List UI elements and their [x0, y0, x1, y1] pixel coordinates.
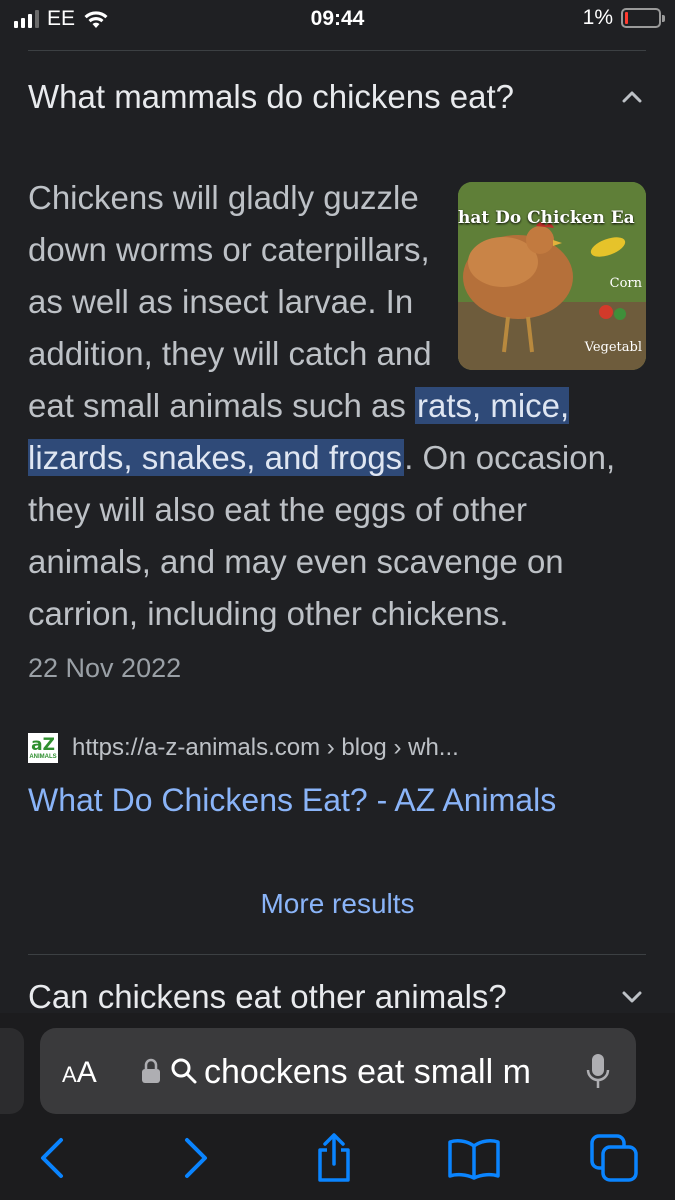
microphone-icon[interactable] — [586, 1052, 610, 1090]
status-bar: EE 09:44 1% — [0, 0, 675, 40]
faq-question-2[interactable]: Can chickens eat other animals? — [28, 978, 507, 1016]
forward-button[interactable] — [166, 1128, 226, 1188]
faq-question-row-2[interactable]: Can chickens eat other animals? — [28, 978, 646, 1016]
answer-date: 22 Nov 2022 — [28, 653, 182, 683]
battery-percent: 1% — [582, 6, 613, 29]
az-animals-favicon-icon: aZ ANIMALS — [28, 733, 58, 763]
bookmarks-button[interactable] — [444, 1128, 504, 1188]
aa-small: A — [62, 1062, 77, 1087]
result-url[interactable]: https://a-z-animals.com › blog › wh... — [72, 734, 459, 762]
reader-settings-button[interactable]: AA — [62, 1056, 97, 1090]
search-results-page: EE 09:44 1% What mammals do chickens eat… — [0, 0, 675, 1200]
safari-toolbar — [0, 1128, 675, 1188]
back-icon — [41, 1138, 63, 1178]
back-button[interactable] — [22, 1128, 82, 1188]
tabs-button[interactable] — [584, 1128, 644, 1188]
status-right: 1% — [582, 6, 665, 30]
clock: 09:44 — [310, 7, 365, 30]
address-text[interactable]: chockens eat small m — [204, 1053, 560, 1093]
forward-icon — [185, 1138, 207, 1178]
section-divider — [28, 954, 646, 955]
lock-icon — [142, 1058, 160, 1083]
answer-thumbnail[interactable]: hat Do Chicken Ea Corn Vegetabl — [458, 182, 646, 370]
answer-text: Chickens will gladly guzzle down worms o… — [28, 179, 432, 424]
result-title-link[interactable]: What Do Chickens Eat? - AZ Animals — [28, 782, 556, 819]
faq-answer: hat Do Chicken Ea Corn Vegetabl Chickens… — [28, 172, 646, 694]
faq-question-row[interactable]: What mammals do chickens eat? — [28, 78, 646, 116]
more-results-button[interactable]: More results — [0, 888, 675, 920]
top-divider — [28, 50, 646, 51]
thumbnail-label-corn: Corn — [609, 276, 642, 291]
aa-large: A — [76, 1056, 97, 1089]
tabs-icon — [590, 1134, 638, 1182]
result-source[interactable]: aZ ANIMALS https://a-z-animals.com › blo… — [28, 733, 459, 763]
faq-question[interactable]: What mammals do chickens eat? — [28, 78, 514, 116]
magnifier-icon — [171, 1058, 197, 1084]
thumbnail-title: hat Do Chicken Ea — [458, 208, 635, 228]
battery-icon — [621, 8, 665, 28]
address-bar[interactable]: AA chockens eat small m — [40, 1028, 636, 1114]
chevron-down-icon[interactable] — [618, 983, 646, 1011]
share-button[interactable] — [304, 1128, 364, 1188]
favicon-text: aZ — [31, 734, 55, 755]
favicon-subtext: ANIMALS — [29, 753, 57, 760]
bookmarks-icon — [448, 1139, 500, 1180]
share-icon — [318, 1133, 350, 1182]
thumbnail-label-vegetables: Vegetabl — [584, 340, 642, 355]
chevron-up-icon[interactable] — [618, 83, 646, 111]
previous-tab-preview[interactable] — [0, 1028, 24, 1114]
